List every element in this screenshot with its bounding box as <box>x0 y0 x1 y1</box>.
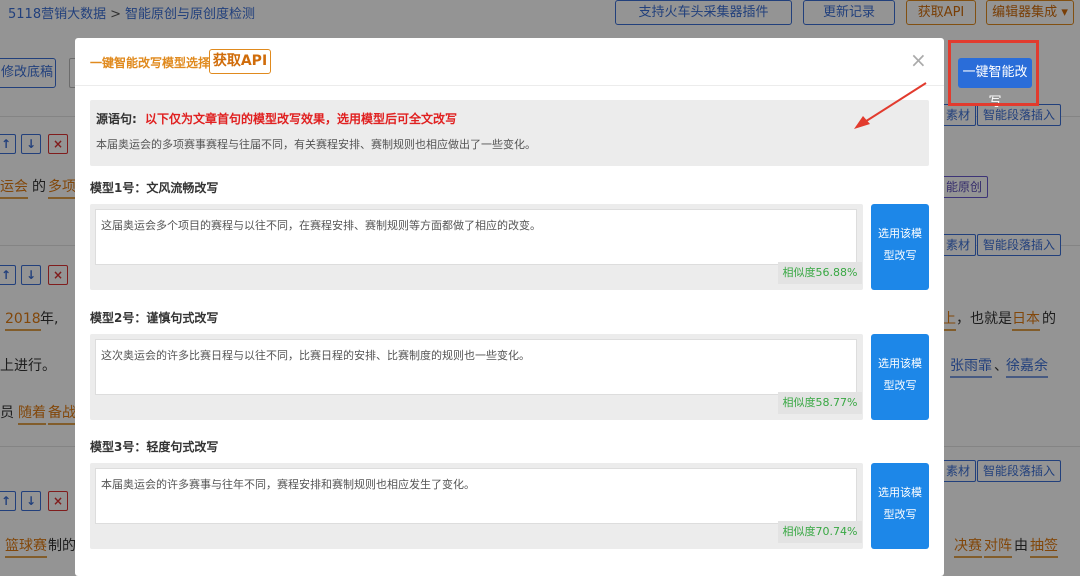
model-2-result: 这次奥运会的许多比赛日程与以往不同，比赛日程的安排、比赛制度的规则也一些变化。 … <box>90 334 863 420</box>
model-1-text: 这届奥运会多个项目的赛程与以往不同，在赛程安排、赛制规则等方面都做了相应的改变。 <box>101 219 541 232</box>
model-1-similarity: 相似度56.88% <box>778 262 862 284</box>
use-model-3-button[interactable]: 选用该模型改写 <box>871 463 929 549</box>
model-2-textbox[interactable]: 这次奥运会的许多比赛日程与以往不同，比赛日程的安排、比赛制度的规则也一些变化。 <box>95 339 857 395</box>
model-3-textbox[interactable]: 本届奥运会的许多赛事与往年不同，赛程安排和赛制规则也相应发生了变化。 <box>95 468 857 524</box>
model-2-text: 这次奥运会的许多比赛日程与以往不同，比赛日程的安排、比赛制度的规则也一些变化。 <box>101 349 530 362</box>
source-text: 本届奥运会的多项赛事赛程与往届不同，有关赛程安排、赛制规则也相应做出了一些变化。 <box>96 138 536 151</box>
dialog-header: 一键智能改写模型选择 获取API × <box>75 38 944 86</box>
model-1-title: 模型1号：文风流畅改写 <box>90 181 219 195</box>
source-note: 以下仅为文章首句的模型改写效果，选用模型后可全文改写 <box>145 112 458 126</box>
model-select-dialog: 一键智能改写模型选择 获取API × 源语句: 以下仅为文章首句的模型改写效果，… <box>75 38 944 576</box>
model-3-text: 本届奥运会的许多赛事与往年不同，赛程安排和赛制规则也相应发生了变化。 <box>101 478 475 491</box>
dialog-title: 一键智能改写模型选择 <box>90 56 211 70</box>
model-2-title: 模型2号：谨慎句式改写 <box>90 311 219 325</box>
use-model-1-button[interactable]: 选用该模型改写 <box>871 204 929 290</box>
close-icon[interactable]: × <box>910 50 927 70</box>
model-3-title: 模型3号：轻度句式改写 <box>90 440 219 454</box>
annotation-arrow-icon <box>854 82 927 129</box>
annotation-highlight-box <box>948 40 1039 106</box>
model-2-similarity: 相似度58.77% <box>778 392 862 414</box>
dialog-get-api-button[interactable]: 获取API <box>209 49 271 74</box>
model-1-textbox[interactable]: 这届奥运会多个项目的赛程与以往不同，在赛程安排、赛制规则等方面都做了相应的改变。 <box>95 209 857 265</box>
model-3-similarity: 相似度70.74% <box>778 521 862 543</box>
source-label: 源语句: <box>96 112 137 126</box>
source-sentence-panel: 源语句: 以下仅为文章首句的模型改写效果，选用模型后可全文改写 本届奥运会的多项… <box>90 100 929 166</box>
use-model-2-button[interactable]: 选用该模型改写 <box>871 334 929 420</box>
model-3-result: 本届奥运会的许多赛事与往年不同，赛程安排和赛制规则也相应发生了变化。 相似度70… <box>90 463 863 549</box>
model-1-result: 这届奥运会多个项目的赛程与以往不同，在赛程安排、赛制规则等方面都做了相应的改变。… <box>90 204 863 290</box>
